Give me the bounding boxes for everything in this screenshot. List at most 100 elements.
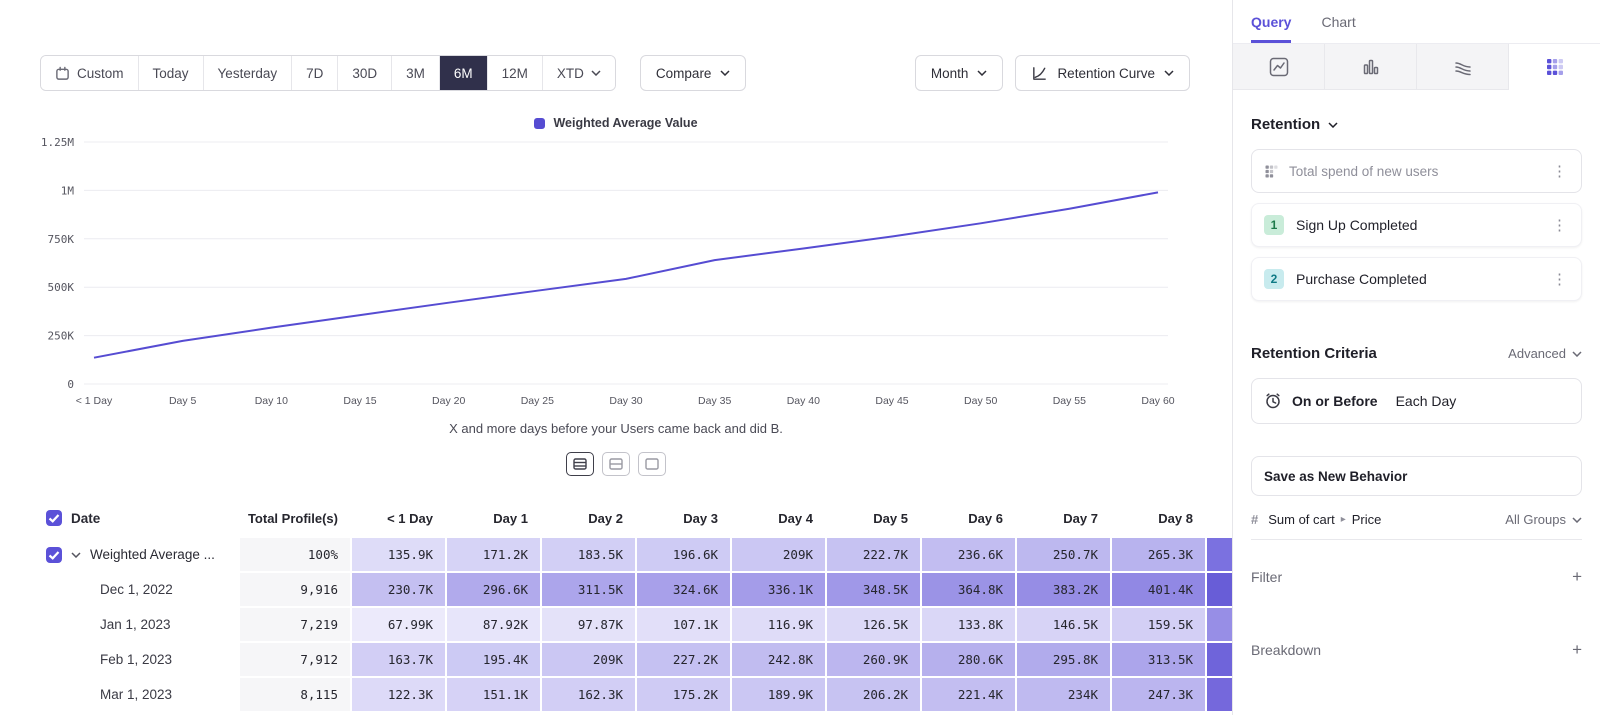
row-date-label: Weighted Average ...	[90, 547, 215, 562]
granularity-button[interactable]: Month	[915, 55, 1004, 91]
retention-value-cell: 159.5K	[1112, 608, 1205, 641]
step-1[interactable]: 1 Sign Up Completed⋮	[1251, 203, 1582, 247]
row-date-cell: Jan 1, 2023	[0, 608, 238, 641]
chevron-down-icon	[591, 70, 601, 76]
retention-value-cell: 222.7K	[827, 538, 920, 571]
row-date-cell: Mar 1, 2023	[0, 678, 238, 711]
retention-report-app: Custom TodayYesterday7D30D3M6M12MXTD Com…	[0, 0, 1600, 715]
range-7d-button[interactable]: 7D	[291, 56, 337, 90]
measure-row[interactable]: # Sum of cart ▸ Price All Groups	[1251, 500, 1582, 540]
flows-icon	[1453, 57, 1473, 77]
density-medium-button[interactable]	[602, 452, 630, 476]
chart-type-bar[interactable]	[1325, 44, 1417, 90]
step-number-badge: 1	[1264, 215, 1284, 235]
svg-text:1.25M: 1.25M	[41, 136, 74, 149]
range-custom-button[interactable]: Custom	[41, 56, 138, 90]
tab-query[interactable]: Query	[1251, 0, 1291, 43]
svg-text:Day 50: Day 50	[964, 395, 997, 407]
retention-section-header[interactable]: Retention	[1251, 116, 1582, 133]
advanced-dropdown[interactable]: Advanced	[1508, 346, 1582, 361]
table-header-row: DateTotal Profile(s)< 1 DayDay 1Day 2Day…	[0, 500, 1232, 536]
table-row: Feb 1, 20237,912163.7K195.4K209K227.2K24…	[0, 643, 1232, 676]
column-header: Day 2	[542, 500, 635, 536]
legend-swatch	[534, 118, 545, 129]
range-6m-button[interactable]: 6M	[439, 56, 487, 90]
chart-type-button[interactable]: Retention Curve	[1015, 55, 1190, 91]
step-2[interactable]: 2Purchase Completed⋮	[1251, 257, 1582, 301]
filter-row: Filter +	[1251, 568, 1582, 585]
svg-text:Day 35: Day 35	[698, 395, 731, 407]
measure-property: Price	[1352, 512, 1382, 527]
add-filter-button[interactable]: +	[1572, 568, 1582, 585]
retention-value-cell: 265.3K	[1112, 538, 1205, 571]
save-as-new-behavior-label: Save as New Behavior	[1264, 469, 1407, 484]
range-12m-button[interactable]: 12M	[487, 56, 542, 90]
range-today-button[interactable]: Today	[138, 56, 203, 90]
retention-value-cell: 296.6K	[447, 573, 540, 606]
step-more-options-icon[interactable]: ⋮	[1550, 216, 1569, 234]
retention-value-cell: 151.1K	[447, 678, 540, 711]
all-groups-dropdown[interactable]: All Groups	[1505, 512, 1582, 527]
chart-caption: X and more days before your Users came b…	[26, 421, 1206, 436]
row-date-label: Dec 1, 2022	[100, 582, 173, 597]
range-xtd-button[interactable]: XTD	[542, 56, 615, 90]
chart-type-insights[interactable]	[1233, 44, 1325, 90]
numeric-property-icon: #	[1251, 512, 1258, 527]
retention-value-cell: 126.5K	[827, 608, 920, 641]
behavior-more-options-icon[interactable]: ⋮	[1550, 162, 1569, 180]
total-profiles-cell: 7,912	[240, 643, 350, 676]
svg-text:Day 30: Day 30	[609, 395, 642, 407]
column-header: Day 6	[922, 500, 1015, 536]
tab-chart[interactable]: Chart	[1321, 0, 1355, 43]
measure-label: Sum of cart	[1268, 512, 1334, 527]
retention-value-cell: 383.2K	[1017, 573, 1110, 606]
save-as-new-behavior-button[interactable]: Save as New Behavior	[1251, 456, 1582, 496]
retention-value-cell: 135.9K	[352, 538, 445, 571]
step-label: Sign Up Completed	[1296, 217, 1550, 233]
svg-text:0: 0	[67, 378, 74, 391]
compare-button[interactable]: Compare	[640, 55, 747, 91]
clock-icon	[1264, 392, 1282, 410]
retention-grid-icon	[1545, 57, 1565, 77]
svg-text:Day 10: Day 10	[255, 395, 288, 407]
chart-type-retention[interactable]	[1509, 44, 1600, 90]
svg-text:250K: 250K	[48, 330, 75, 343]
total-profiles-cell: 7,219	[240, 608, 350, 641]
range-custom-label: Custom	[77, 66, 124, 81]
filter-label: Filter	[1251, 569, 1282, 585]
checkbox[interactable]	[46, 547, 62, 563]
column-header: Day 1	[447, 500, 540, 536]
table-row: Dec 1, 20229,916230.7K296.6K311.5K324.6K…	[0, 573, 1232, 606]
column-header: Day 3	[637, 500, 730, 536]
retention-value-cell-partial	[1207, 573, 1232, 606]
retention-value-cell-partial	[1207, 608, 1232, 641]
condition-label: On or Before	[1292, 393, 1378, 409]
collapse-row-icon[interactable]	[71, 552, 81, 558]
retention-condition-card[interactable]: On or Before Each Day	[1251, 378, 1582, 424]
advanced-label: Advanced	[1508, 346, 1566, 361]
behavior-grid-icon	[1264, 164, 1279, 179]
date-header-cell: Date	[0, 500, 238, 536]
density-large-button[interactable]	[638, 452, 666, 476]
density-compact-button[interactable]	[566, 452, 594, 476]
range-3m-button[interactable]: 3M	[391, 56, 439, 90]
sidebar-tabs: Query Chart	[1233, 0, 1600, 44]
behavior-card[interactable]: Total spend of new users ⋮	[1251, 149, 1582, 193]
retention-curve-icon	[1031, 65, 1048, 82]
retention-value-cell: 206.2K	[827, 678, 920, 711]
range-30d-button[interactable]: 30D	[337, 56, 391, 90]
step-more-options-icon[interactable]: ⋮	[1550, 270, 1569, 288]
bar-chart-icon	[1361, 57, 1381, 77]
toolbar: Custom TodayYesterday7D30D3M6M12MXTD Com…	[40, 55, 1190, 91]
query-sidebar: Query Chart	[1232, 0, 1600, 715]
retention-value-cell: 247.3K	[1112, 678, 1205, 711]
add-breakdown-button[interactable]: +	[1572, 641, 1582, 658]
range-yesterday-button[interactable]: Yesterday	[203, 56, 292, 90]
checkbox[interactable]	[46, 510, 62, 526]
retention-value-cell: 311.5K	[542, 573, 635, 606]
svg-text:Day 5: Day 5	[169, 395, 197, 407]
right-controls: Month Retention Curve	[915, 55, 1190, 91]
retention-value-cell: 122.3K	[352, 678, 445, 711]
retention-table: DateTotal Profile(s)< 1 DayDay 1Day 2Day…	[0, 500, 1232, 711]
chart-type-flows[interactable]	[1417, 44, 1509, 90]
